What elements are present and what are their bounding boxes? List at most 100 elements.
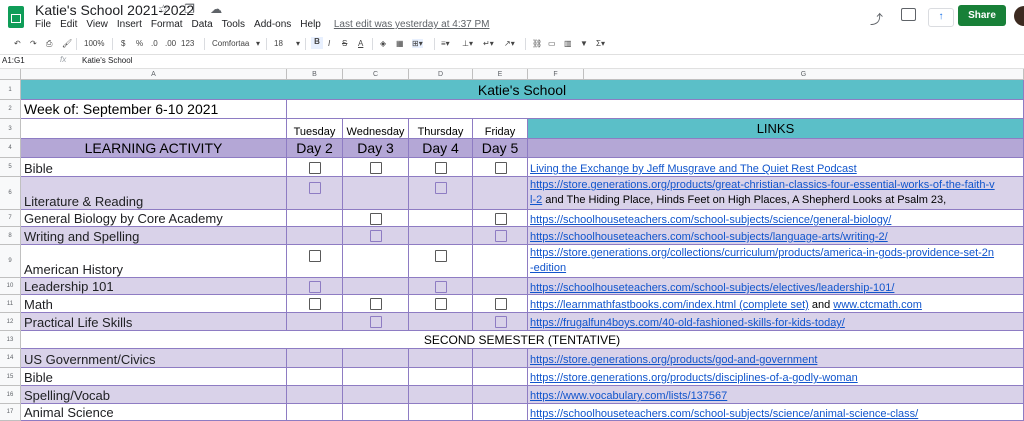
share-button[interactable]: Share [958,5,1006,26]
menu-edit[interactable]: Edit [60,19,77,30]
resource-link[interactable]: https://store.generations.org/products/g… [528,179,995,191]
resource-link[interactable]: https://frugalfun4boys.com/40-old-fashio… [528,317,845,329]
activity-dashboard-icon[interactable]: ⤴ [870,9,883,28]
link-cell[interactable]: https://learnmathfastbooks.com/index.htm… [528,295,1024,313]
day-cell[interactable] [473,245,528,278]
checkbox[interactable] [435,161,447,174]
weekday-header[interactable]: Friday [473,119,528,139]
day-cell[interactable] [287,349,343,368]
insert-chart-icon[interactable]: ▥ [564,39,572,48]
last-edit-link[interactable]: Last edit was yesterday at 4:37 PM [334,19,490,30]
checkbox[interactable] [370,298,382,310]
links-header[interactable]: LINKS [528,119,1024,139]
day-cell[interactable] [473,177,528,210]
day-cell[interactable] [409,227,473,245]
day-cell[interactable] [343,349,409,368]
day-cell[interactable] [343,404,409,421]
checkbox[interactable] [435,298,447,310]
paint-format-icon[interactable]: 🖌 [62,39,72,48]
activity-name[interactable]: Practical Life Skills [21,313,287,331]
select-all-corner[interactable] [0,69,21,80]
link-cell[interactable]: https://www.vocabulary.com/lists/137567 [528,386,1024,404]
chevron-down-icon[interactable]: ▾ [256,39,260,48]
link-cell[interactable]: https://store.generations.org/products/g… [528,177,1024,210]
strikethrough-button[interactable]: S [342,39,347,48]
checkbox[interactable] [309,250,321,262]
activity-name[interactable]: American History [21,245,287,278]
italic-button[interactable]: I [328,39,330,48]
day-cell[interactable] [287,227,343,245]
text-rotation-icon[interactable]: ↗▾ [504,39,515,48]
day-header[interactable]: Day 2 [287,139,343,158]
resource-link[interactable]: Living the Exchange by Jeff Musgrave and… [528,163,857,175]
activity-name[interactable]: Bible [21,158,287,177]
insert-comment-icon[interactable]: ▭ [548,39,556,48]
day-cell[interactable] [287,210,343,227]
sheet-title[interactable]: Katie's School [21,80,1024,100]
day-cell[interactable] [287,313,343,331]
row-header[interactable]: 16 [0,386,21,404]
row-header[interactable]: 12 [0,313,21,331]
blank-cell[interactable] [287,100,1024,119]
link-cell[interactable]: https://schoolhouseteachers.com/school-s… [528,278,1024,295]
currency-button[interactable]: $ [121,39,125,48]
day-cell[interactable] [409,386,473,404]
horizontal-align-icon[interactable]: ≡▾ [441,39,450,48]
checkbox[interactable] [494,212,507,225]
blank-cell[interactable] [528,139,1024,158]
row-header[interactable]: 13 [0,331,21,349]
redo-icon[interactable]: ↷ [30,39,37,48]
formula-input[interactable]: Katie's School [82,56,132,65]
print-icon[interactable]: ⎙ [46,39,52,49]
activity-name[interactable]: Leadership 101 [21,278,287,295]
checkbox[interactable] [370,212,382,225]
column-header[interactable]: A [21,69,287,80]
fill-color-icon[interactable]: ◈ [380,39,386,48]
resource-link[interactable]: https://schoolhouseteachers.com/school-s… [528,408,918,420]
day-header[interactable]: Day 5 [473,139,528,158]
resource-link[interactable]: https://schoolhouseteachers.com/school-s… [528,231,888,243]
row-header[interactable]: 15 [0,368,21,386]
checkbox[interactable] [435,250,447,262]
zoom-select[interactable]: 100% [84,39,104,48]
day-cell[interactable] [473,349,528,368]
weekday-header[interactable]: Tuesday [287,119,343,139]
link-cell[interactable]: https://frugalfun4boys.com/40-old-fashio… [528,313,1024,331]
day-cell[interactable] [287,404,343,421]
column-header[interactable]: B [287,69,343,80]
blank-cell[interactable] [21,119,287,139]
increase-decimal-button[interactable]: .00 [165,39,176,48]
activity-name[interactable]: Writing and Spelling [21,227,287,245]
checkbox[interactable] [435,182,447,194]
menu-tools[interactable]: Tools [222,19,245,30]
day-cell[interactable] [343,245,409,278]
link-cell[interactable]: https://store.generations.org/products/g… [528,349,1024,368]
bold-button[interactable]: B [311,37,323,49]
checkbox[interactable] [370,230,382,242]
second-semester-header[interactable]: SECOND SEMESTER (TENTATIVE) [21,331,1024,349]
checkbox[interactable] [309,182,321,194]
sheets-logo-icon[interactable] [8,6,24,28]
day-header[interactable]: Day 3 [343,139,409,158]
row-header[interactable]: 9 [0,245,21,278]
present-icon[interactable]: ↑ [928,8,954,27]
resource-link[interactable]: https://schoolhouseteachers.com/school-s… [528,282,894,294]
comments-icon[interactable] [901,8,916,21]
functions-icon[interactable]: Σ▾ [596,39,605,48]
activity-name[interactable]: Math [21,295,287,313]
decrease-decimal-button[interactable]: .0 [151,39,158,48]
resource-link[interactable]: https://www.vocabulary.com/lists/137567 [528,390,727,402]
text-color-button[interactable]: A [358,39,363,48]
row-header[interactable]: 5 [0,158,21,177]
link-cell[interactable]: https://schoolhouseteachers.com/school-s… [528,404,1024,421]
day-cell[interactable] [409,404,473,421]
day-cell[interactable] [473,386,528,404]
link-cell[interactable]: https://store.generations.org/products/d… [528,368,1024,386]
vertical-align-icon[interactable]: ⊥▾ [462,39,473,48]
font-select[interactable]: Comfortaa [212,39,249,48]
week-cell[interactable]: Week of: September 6-10 2021 [21,100,287,119]
day-cell[interactable] [409,368,473,386]
checkbox[interactable] [309,280,321,293]
weekday-header[interactable]: Wednesday [343,119,409,139]
row-header[interactable]: 11 [0,295,21,313]
